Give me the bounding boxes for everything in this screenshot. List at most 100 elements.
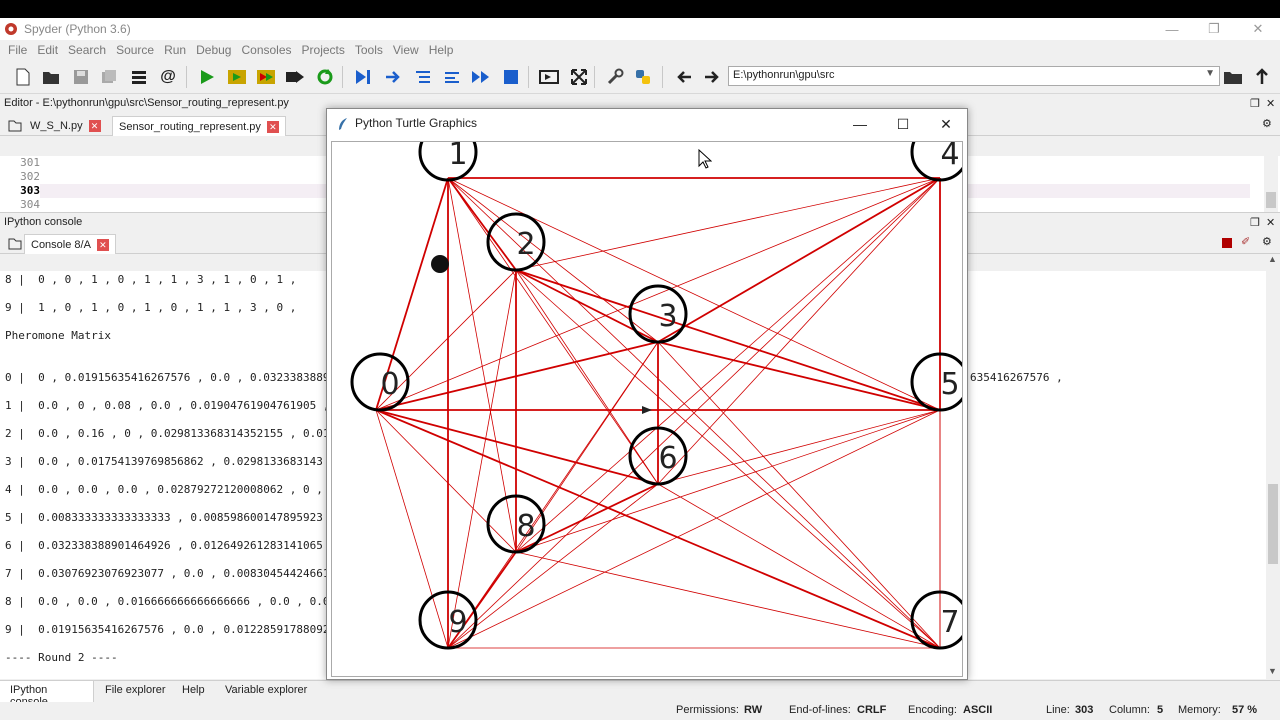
parent-dir-icon[interactable] [1251,66,1273,88]
rerun-icon[interactable] [314,66,336,88]
maximize-pane-icon[interactable] [538,66,560,88]
tab-ipython-console[interactable]: IPython console [0,681,94,708]
node-label: 6 [658,441,677,476]
back-icon[interactable] [673,66,695,88]
menu-file[interactable]: File [8,43,27,57]
turtle-canvas[interactable]: 0 1 2 3 4 5 6 7 8 9 [331,141,963,677]
minimize-button[interactable]: — [1150,18,1194,40]
menu-edit[interactable]: Edit [37,43,58,57]
turtle-title-bar[interactable]: Python Turtle Graphics — ☐ ✕ [327,109,967,139]
save-all-icon[interactable] [98,66,120,88]
undock-icon[interactable]: ❐ [1250,216,1260,229]
browse-folder-icon[interactable] [1222,66,1244,88]
run-cell-icon[interactable] [226,66,248,88]
close-button[interactable]: ✕ [1236,18,1280,40]
console-line: 8 | 0 , 0 , 1 , 0 , 1 , 1 , 3 , 1 , 0 , … [5,273,297,286]
run-cell-advance-icon[interactable] [255,66,277,88]
menu-view[interactable]: View [393,43,419,57]
close-button[interactable]: ✕ [931,113,961,135]
menu-source[interactable]: Source [116,43,154,57]
graph-edge-highlight [375,409,659,485]
tab-help[interactable]: Help [182,684,205,696]
graph-edge-highlight [657,341,941,411]
close-pane-icon[interactable]: ✕ [1266,97,1275,110]
line-number: 302 [20,170,40,183]
tab-file-explorer[interactable]: File explorer [105,684,166,696]
minimize-button[interactable]: — [845,113,875,135]
run-icon[interactable] [196,66,218,88]
python-path-icon[interactable] [632,66,654,88]
graph-edge [657,483,941,649]
continue-icon[interactable] [470,66,492,88]
graph-edge [447,177,659,485]
turtle-graphics-window[interactable]: Python Turtle Graphics — ☐ ✕ 0 1 2 3 4 5 6 7 8 9 [326,108,968,680]
scrollbar-thumb[interactable] [1266,192,1276,208]
gear-icon[interactable]: ⚙ [1262,117,1272,130]
console-line: 0 | 0 , 0.01915635416267576 , 0.0 , 0.03… [5,371,330,384]
console-line: 8 | 0.0 , 0.0 , 0.016666666666666666 , 0… [5,595,330,608]
tab-label: Sensor_routing_represent.py [119,120,261,133]
tab-console[interactable]: Console 8/A ✕ [24,234,116,254]
tab-label: W_S_N.py [30,120,83,132]
scrollbar-thumb[interactable] [1268,484,1278,564]
encoding-label: Encoding: [908,704,957,716]
close-tab-icon[interactable]: ✕ [96,238,109,251]
interrupt-kernel-icon[interactable] [1222,238,1232,248]
new-file-icon[interactable] [12,66,34,88]
console-line: 4 | 0.0 , 0.0 , 0.0 , 0.0287927212000806… [5,483,323,496]
tab-w-s-n[interactable]: W_S_N.py ✕ [24,116,107,136]
save-icon[interactable] [70,66,92,88]
console-scrollbar[interactable]: ▲ ▼ [1266,254,1280,680]
permissions-value: RW [744,704,763,716]
step-icon[interactable] [382,66,404,88]
menu-tools[interactable]: Tools [355,43,383,57]
step-return-icon[interactable] [441,66,463,88]
console-line: Pheromone Matrix [5,329,111,342]
chevron-down-icon[interactable]: ▼ [1268,666,1277,676]
menu-search[interactable]: Search [68,43,106,57]
graph-edge [657,409,941,485]
maximize-button[interactable]: ☐ [888,113,918,135]
stop-icon[interactable] [500,66,522,88]
debug-icon[interactable] [352,66,374,88]
graph-edge [375,409,517,553]
toolbar-separator [662,66,663,88]
line-number: 304 [20,198,40,211]
restore-button[interactable]: ❐ [1192,18,1236,40]
close-tab-icon[interactable]: ✕ [266,120,279,133]
run-selection-icon[interactable] [284,66,306,88]
working-directory-input[interactable]: E:\pythonrun\gpu\src ▼ [728,66,1220,86]
graph-edge-highlight [657,177,941,343]
outline-icon[interactable] [128,66,150,88]
menu-debug[interactable]: Debug [196,43,231,57]
tab-sensor-routing[interactable]: Sensor_routing_represent.py ✕ [112,116,286,136]
status-bar: Permissions: RW End-of-lines: CRLF Encod… [0,702,1280,720]
close-pane-icon[interactable]: ✕ [1266,216,1275,229]
fullscreen-icon[interactable] [568,66,590,88]
menu-projects[interactable]: Projects [302,43,345,57]
node-label: 9 [448,605,467,640]
step-into-icon[interactable] [412,66,434,88]
clear-console-icon[interactable]: ✐ [1241,235,1250,248]
chevron-up-icon[interactable]: ▲ [1268,254,1277,264]
undock-icon[interactable]: ❐ [1250,97,1260,110]
spyder-logo-icon [5,23,17,35]
node-label: 7 [940,605,959,640]
toolbar-separator [186,66,187,88]
graph-edge [515,269,941,649]
forward-icon[interactable] [701,66,723,88]
bottom-tab-bar: IPython console File explorer Help Varia… [0,680,1280,708]
chevron-down-icon[interactable]: ▼ [1205,68,1215,79]
menu-run[interactable]: Run [164,43,186,57]
encoding-value: ASCII [963,704,993,716]
preferences-icon[interactable] [604,66,626,88]
menu-consoles[interactable]: Consoles [241,43,291,57]
memory-label: Memory: [1178,704,1221,716]
close-tab-icon[interactable]: ✕ [88,120,101,132]
tab-variable-explorer[interactable]: Variable explorer [225,684,307,696]
console-line: 1 | 0.0 , 0 , 0.08 , 0.0 , 0.01904761904… [5,399,330,412]
menu-help[interactable]: Help [429,43,454,57]
at-icon[interactable]: @ [157,66,179,88]
open-folder-icon[interactable] [40,66,62,88]
gear-icon[interactable]: ⚙ [1262,235,1272,248]
